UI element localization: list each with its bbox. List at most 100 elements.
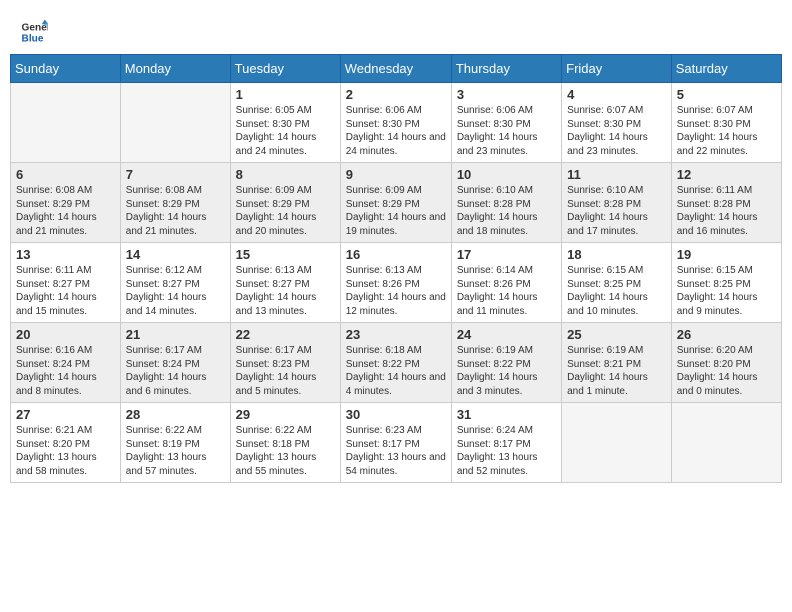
calendar-cell: 22 Sunrise: 6:17 AM Sunset: 8:23 PM Dayli…: [230, 323, 340, 403]
day-number: 26: [677, 327, 776, 342]
calendar-cell: [562, 403, 672, 483]
week-row-2: 6Sunrise: 6:08 AM Sunset: 8:29 PM Daylig…: [11, 163, 782, 243]
weekday-wednesday: Wednesday: [340, 55, 451, 83]
day-number: 22: [236, 327, 335, 342]
day-number: 13: [16, 247, 115, 262]
day-number: 3: [457, 87, 556, 102]
day-number: 23: [346, 327, 446, 342]
day-info: Sunrise: 6:15 AM Sunset: 8:25 PM Dayligh…: [677, 264, 776, 318]
calendar-cell: 6Sunrise: 6:08 AM Sunset: 8:29 PM Daylig…: [11, 163, 121, 243]
calendar-cell: 3 Sunrise: 6:06 AM Sunset: 8:30 PM Daylig…: [451, 83, 561, 163]
calendar-cell: 13 Sunrise: 6:11 AM Sunset: 8:27 PM Dayli…: [11, 243, 121, 323]
day-number: 12: [677, 167, 776, 182]
day-info: Sunrise: 6:15 AM Sunset: 8:25 PM Dayligh…: [567, 264, 666, 318]
calendar-cell: 4Sunrise: 6:07 AM Sunset: 8:30 PM Daylig…: [562, 83, 672, 163]
calendar-cell: 5Sunrise: 6:07 AM Sunset: 8:30 PM Daylig…: [671, 83, 781, 163]
calendar-cell: [671, 403, 781, 483]
weekday-monday: Monday: [120, 55, 230, 83]
day-info: Sunrise: 6:05 AM Sunset: 8:30 PM Dayligh…: [236, 104, 335, 158]
week-row-1: 1Sunrise: 6:05 AM Sunset: 8:30 PM Daylig…: [11, 83, 782, 163]
calendar-cell: 16Sunrise: 6:13 AM Sunset: 8:26 PM Dayli…: [340, 243, 451, 323]
day-info: Sunrise: 6:16 AM Sunset: 8:24 PM Dayligh…: [16, 344, 115, 398]
weekday-friday: Friday: [562, 55, 672, 83]
weekday-sunday: Sunday: [11, 55, 121, 83]
day-number: 31: [457, 407, 556, 422]
day-info: Sunrise: 6:11 AM Sunset: 8:28 PM Dayligh…: [677, 184, 776, 238]
calendar-cell: 7 Sunrise: 6:08 AM Sunset: 8:29 PM Daylig…: [120, 163, 230, 243]
day-info: Sunrise: 6:19 AM Sunset: 8:21 PM Dayligh…: [567, 344, 666, 398]
day-number: 27: [16, 407, 115, 422]
day-info: Sunrise: 6:13 AM Sunset: 8:26 PM Dayligh…: [346, 264, 446, 318]
day-info: Sunrise: 6:18 AM Sunset: 8:22 PM Dayligh…: [346, 344, 446, 398]
day-number: 14: [126, 247, 225, 262]
day-info: Sunrise: 6:10 AM Sunset: 8:28 PM Dayligh…: [567, 184, 666, 238]
day-number: 9: [346, 167, 446, 182]
day-number: 18: [567, 247, 666, 262]
day-info: Sunrise: 6:06 AM Sunset: 8:30 PM Dayligh…: [346, 104, 446, 158]
day-number: 4: [567, 87, 666, 102]
day-info: Sunrise: 6:11 AM Sunset: 8:27 PM Dayligh…: [16, 264, 115, 318]
header: General Blue: [10, 10, 782, 50]
calendar-cell: [11, 83, 121, 163]
calendar-cell: [120, 83, 230, 163]
calendar-cell: 1Sunrise: 6:05 AM Sunset: 8:30 PM Daylig…: [230, 83, 340, 163]
calendar-cell: 23 Sunrise: 6:18 AM Sunset: 8:22 PM Dayli…: [340, 323, 451, 403]
day-info: Sunrise: 6:08 AM Sunset: 8:29 PM Dayligh…: [16, 184, 115, 238]
calendar-cell: 29 Sunrise: 6:22 AM Sunset: 8:18 PM Dayli…: [230, 403, 340, 483]
day-info: Sunrise: 6:22 AM Sunset: 8:18 PM Dayligh…: [236, 424, 335, 478]
day-info: Sunrise: 6:09 AM Sunset: 8:29 PM Dayligh…: [346, 184, 446, 238]
calendar-cell: 17 Sunrise: 6:14 AM Sunset: 8:26 PM Dayli…: [451, 243, 561, 323]
day-info: Sunrise: 6:17 AM Sunset: 8:24 PM Dayligh…: [126, 344, 225, 398]
day-number: 29: [236, 407, 335, 422]
calendar-cell: 26 Sunrise: 6:20 AM Sunset: 8:20 PM Dayli…: [671, 323, 781, 403]
day-info: Sunrise: 6:06 AM Sunset: 8:30 PM Dayligh…: [457, 104, 556, 158]
day-info: Sunrise: 6:07 AM Sunset: 8:30 PM Dayligh…: [677, 104, 776, 158]
calendar-cell: 14 Sunrise: 6:12 AM Sunset: 8:27 PM Dayli…: [120, 243, 230, 323]
calendar-cell: 11 Sunrise: 6:10 AM Sunset: 8:28 PM Dayli…: [562, 163, 672, 243]
day-info: Sunrise: 6:17 AM Sunset: 8:23 PM Dayligh…: [236, 344, 335, 398]
day-info: Sunrise: 6:12 AM Sunset: 8:27 PM Dayligh…: [126, 264, 225, 318]
week-row-4: 20 Sunrise: 6:16 AM Sunset: 8:24 PM Dayli…: [11, 323, 782, 403]
calendar-cell: 27 Sunrise: 6:21 AM Sunset: 8:20 PM Dayli…: [11, 403, 121, 483]
calendar-cell: 18 Sunrise: 6:15 AM Sunset: 8:25 PM Dayli…: [562, 243, 672, 323]
day-info: Sunrise: 6:08 AM Sunset: 8:29 PM Dayligh…: [126, 184, 225, 238]
day-info: Sunrise: 6:20 AM Sunset: 8:20 PM Dayligh…: [677, 344, 776, 398]
day-number: 11: [567, 167, 666, 182]
weekday-header-row: SundayMondayTuesdayWednesdayThursdayFrid…: [11, 55, 782, 83]
calendar-cell: 24 Sunrise: 6:19 AM Sunset: 8:22 PM Dayli…: [451, 323, 561, 403]
day-info: Sunrise: 6:21 AM Sunset: 8:20 PM Dayligh…: [16, 424, 115, 478]
day-number: 25: [567, 327, 666, 342]
day-number: 28: [126, 407, 225, 422]
calendar-cell: 25 Sunrise: 6:19 AM Sunset: 8:21 PM Dayli…: [562, 323, 672, 403]
weekday-tuesday: Tuesday: [230, 55, 340, 83]
day-info: Sunrise: 6:14 AM Sunset: 8:26 PM Dayligh…: [457, 264, 556, 318]
day-number: 20: [16, 327, 115, 342]
day-number: 17: [457, 247, 556, 262]
day-number: 19: [677, 247, 776, 262]
calendar-table: SundayMondayTuesdayWednesdayThursdayFrid…: [10, 54, 782, 483]
day-number: 15: [236, 247, 335, 262]
svg-text:Blue: Blue: [22, 33, 44, 44]
weekday-saturday: Saturday: [671, 55, 781, 83]
calendar-cell: 31 Sunrise: 6:24 AM Sunset: 8:17 PM Dayli…: [451, 403, 561, 483]
day-number: 24: [457, 327, 556, 342]
day-info: Sunrise: 6:22 AM Sunset: 8:19 PM Dayligh…: [126, 424, 225, 478]
day-info: Sunrise: 6:10 AM Sunset: 8:28 PM Dayligh…: [457, 184, 556, 238]
calendar-cell: 10Sunrise: 6:10 AM Sunset: 8:28 PM Dayli…: [451, 163, 561, 243]
day-info: Sunrise: 6:23 AM Sunset: 8:17 PM Dayligh…: [346, 424, 446, 478]
week-row-3: 13 Sunrise: 6:11 AM Sunset: 8:27 PM Dayli…: [11, 243, 782, 323]
day-info: Sunrise: 6:24 AM Sunset: 8:17 PM Dayligh…: [457, 424, 556, 478]
weekday-thursday: Thursday: [451, 55, 561, 83]
calendar-cell: 9 Sunrise: 6:09 AM Sunset: 8:29 PM Daylig…: [340, 163, 451, 243]
calendar-cell: 2 Sunrise: 6:06 AM Sunset: 8:30 PM Daylig…: [340, 83, 451, 163]
calendar-cell: 12 Sunrise: 6:11 AM Sunset: 8:28 PM Dayli…: [671, 163, 781, 243]
calendar-cell: 19 Sunrise: 6:15 AM Sunset: 8:25 PM Dayli…: [671, 243, 781, 323]
logo-icon: General Blue: [20, 18, 48, 46]
day-info: Sunrise: 6:19 AM Sunset: 8:22 PM Dayligh…: [457, 344, 556, 398]
calendar-cell: 30Sunrise: 6:23 AM Sunset: 8:17 PM Dayli…: [340, 403, 451, 483]
calendar-cell: 28 Sunrise: 6:22 AM Sunset: 8:19 PM Dayli…: [120, 403, 230, 483]
day-number: 2: [346, 87, 446, 102]
week-row-5: 27 Sunrise: 6:21 AM Sunset: 8:20 PM Dayli…: [11, 403, 782, 483]
day-number: 8: [236, 167, 335, 182]
day-number: 7: [126, 167, 225, 182]
